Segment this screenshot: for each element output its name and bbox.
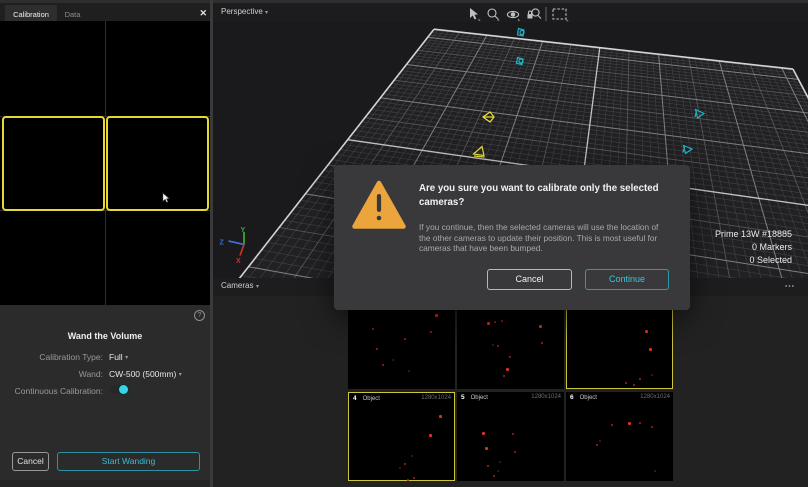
svg-text:X: X: [236, 258, 241, 265]
svg-text:Z: Z: [220, 240, 225, 247]
svg-text:Y: Y: [241, 227, 246, 234]
